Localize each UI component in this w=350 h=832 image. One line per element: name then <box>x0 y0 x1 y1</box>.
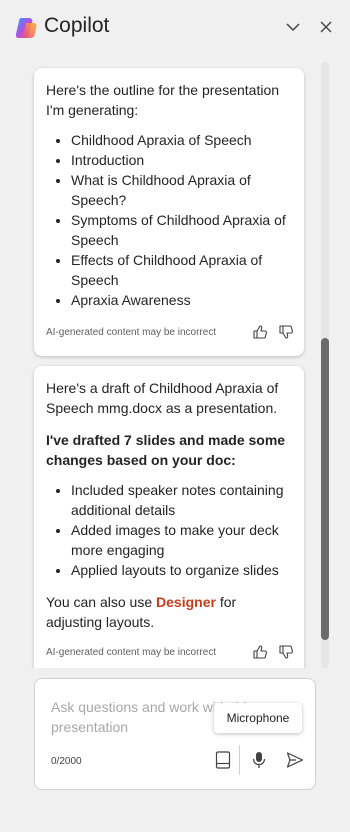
copilot-logo-icon <box>15 18 37 38</box>
send-button[interactable] <box>283 748 307 772</box>
list-item: Apraxia Awareness <box>71 290 292 310</box>
thumbs-up-icon[interactable] <box>252 644 268 660</box>
chevron-down-icon <box>286 23 300 32</box>
microphone-tooltip: Microphone <box>214 703 302 733</box>
designer-link[interactable]: Designer <box>156 594 216 610</box>
character-counter: 0/2000 <box>51 756 82 767</box>
list-item: Effects of Childhood Apraxia of Speech <box>71 250 292 290</box>
list-item: Added images to make your deck more enga… <box>71 520 292 560</box>
microphone-button[interactable] <box>247 748 271 772</box>
close-icon <box>320 21 332 33</box>
app-title: Copilot <box>44 14 110 37</box>
ai-disclaimer: AI-generated content may be incorrect <box>46 647 217 658</box>
send-icon <box>286 752 304 768</box>
chat-scroll-area[interactable]: Here's the outline for the presentation … <box>20 62 316 668</box>
message-card: Here's the outline for the presentation … <box>34 68 304 356</box>
chat-composer[interactable]: Ask questions and work with this present… <box>34 678 316 790</box>
microphone-icon <box>252 752 266 768</box>
message-intro: Here's a draft of Childhood Apraxia of S… <box>46 380 279 416</box>
outro-text: You can also use <box>46 594 157 610</box>
header: Copilot <box>0 0 350 56</box>
thumbs-down-icon[interactable] <box>278 644 294 660</box>
list-item: Childhood Apraxia of Speech <box>71 130 292 150</box>
prompt-guide-button[interactable] <box>211 748 235 772</box>
list-item: Symptoms of Childhood Apraxia of Speech <box>71 210 292 250</box>
changes-list: Included speaker notes containing additi… <box>46 480 292 580</box>
ai-disclaimer: AI-generated content may be incorrect <box>46 327 217 338</box>
list-item: Applied layouts to organize slides <box>71 560 292 580</box>
outline-list: Childhood Apraxia of Speech Introduction… <box>46 130 292 310</box>
message-intro: Here's the outline for the presentation … <box>46 82 280 118</box>
book-icon <box>215 751 231 769</box>
message-outro: You can also use Designer for adjusting … <box>46 592 292 632</box>
collapse-button[interactable] <box>282 16 304 38</box>
message-card: Here's a draft of Childhood Apraxia of S… <box>34 366 304 668</box>
scrollbar[interactable] <box>321 62 329 668</box>
scrollbar-thumb[interactable] <box>321 338 329 640</box>
list-item: Included speaker notes containing additi… <box>71 480 292 520</box>
message-summary: I've drafted 7 slides and made some chan… <box>46 432 286 468</box>
divider <box>239 745 240 775</box>
thumbs-up-icon[interactable] <box>252 324 268 340</box>
close-button[interactable] <box>315 16 337 38</box>
list-item: What is Childhood Apraxia of Speech? <box>71 170 292 210</box>
thumbs-down-icon[interactable] <box>278 324 294 340</box>
list-item: Introduction <box>71 150 292 170</box>
